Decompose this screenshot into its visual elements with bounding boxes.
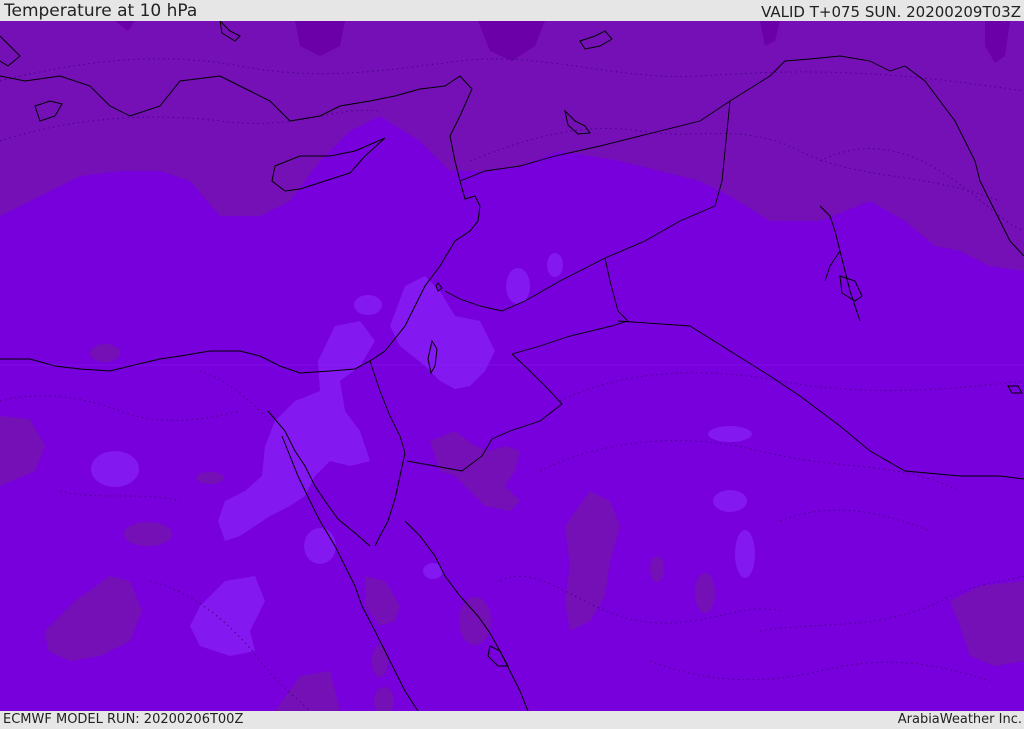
warm-patch-saudi-2 xyxy=(713,490,747,512)
warm-patch-sinai-small xyxy=(304,528,336,564)
footer-bar: ECMWF MODEL RUN: 20200206T00Z ArabiaWeat… xyxy=(0,711,1024,729)
model-run-label: ECMWF MODEL RUN: 20200206T00Z xyxy=(3,712,244,727)
map-title: Temperature at 10 hPa xyxy=(4,1,198,21)
warm-patch-saudi-3 xyxy=(735,530,755,578)
cool-patch-south-1 xyxy=(372,645,388,677)
cool-patch-nile xyxy=(196,472,224,484)
cool-patch-redsea-small xyxy=(459,597,491,645)
warm-patch-gulf xyxy=(354,295,382,315)
cool-patch-west-small xyxy=(124,522,172,546)
warm-patch-syria xyxy=(506,268,530,304)
warm-patch-iraq xyxy=(547,253,563,277)
cool-patch-delta xyxy=(90,344,120,362)
header-bar: Temperature at 10 hPa VALID T+075 SUN. 2… xyxy=(0,0,1024,21)
credit-label: ArabiaWeather Inc. xyxy=(897,712,1022,727)
cool-patch-hejaz-small-1 xyxy=(650,556,664,582)
valid-time: VALID T+075 SUN. 20200209T03Z xyxy=(761,3,1021,21)
cool-patch-hejaz-small-2 xyxy=(695,573,715,613)
warm-patch-egypt-west xyxy=(91,451,139,487)
warm-patch-saudi-1 xyxy=(708,426,752,442)
temperature-map[interactable] xyxy=(0,21,1024,711)
